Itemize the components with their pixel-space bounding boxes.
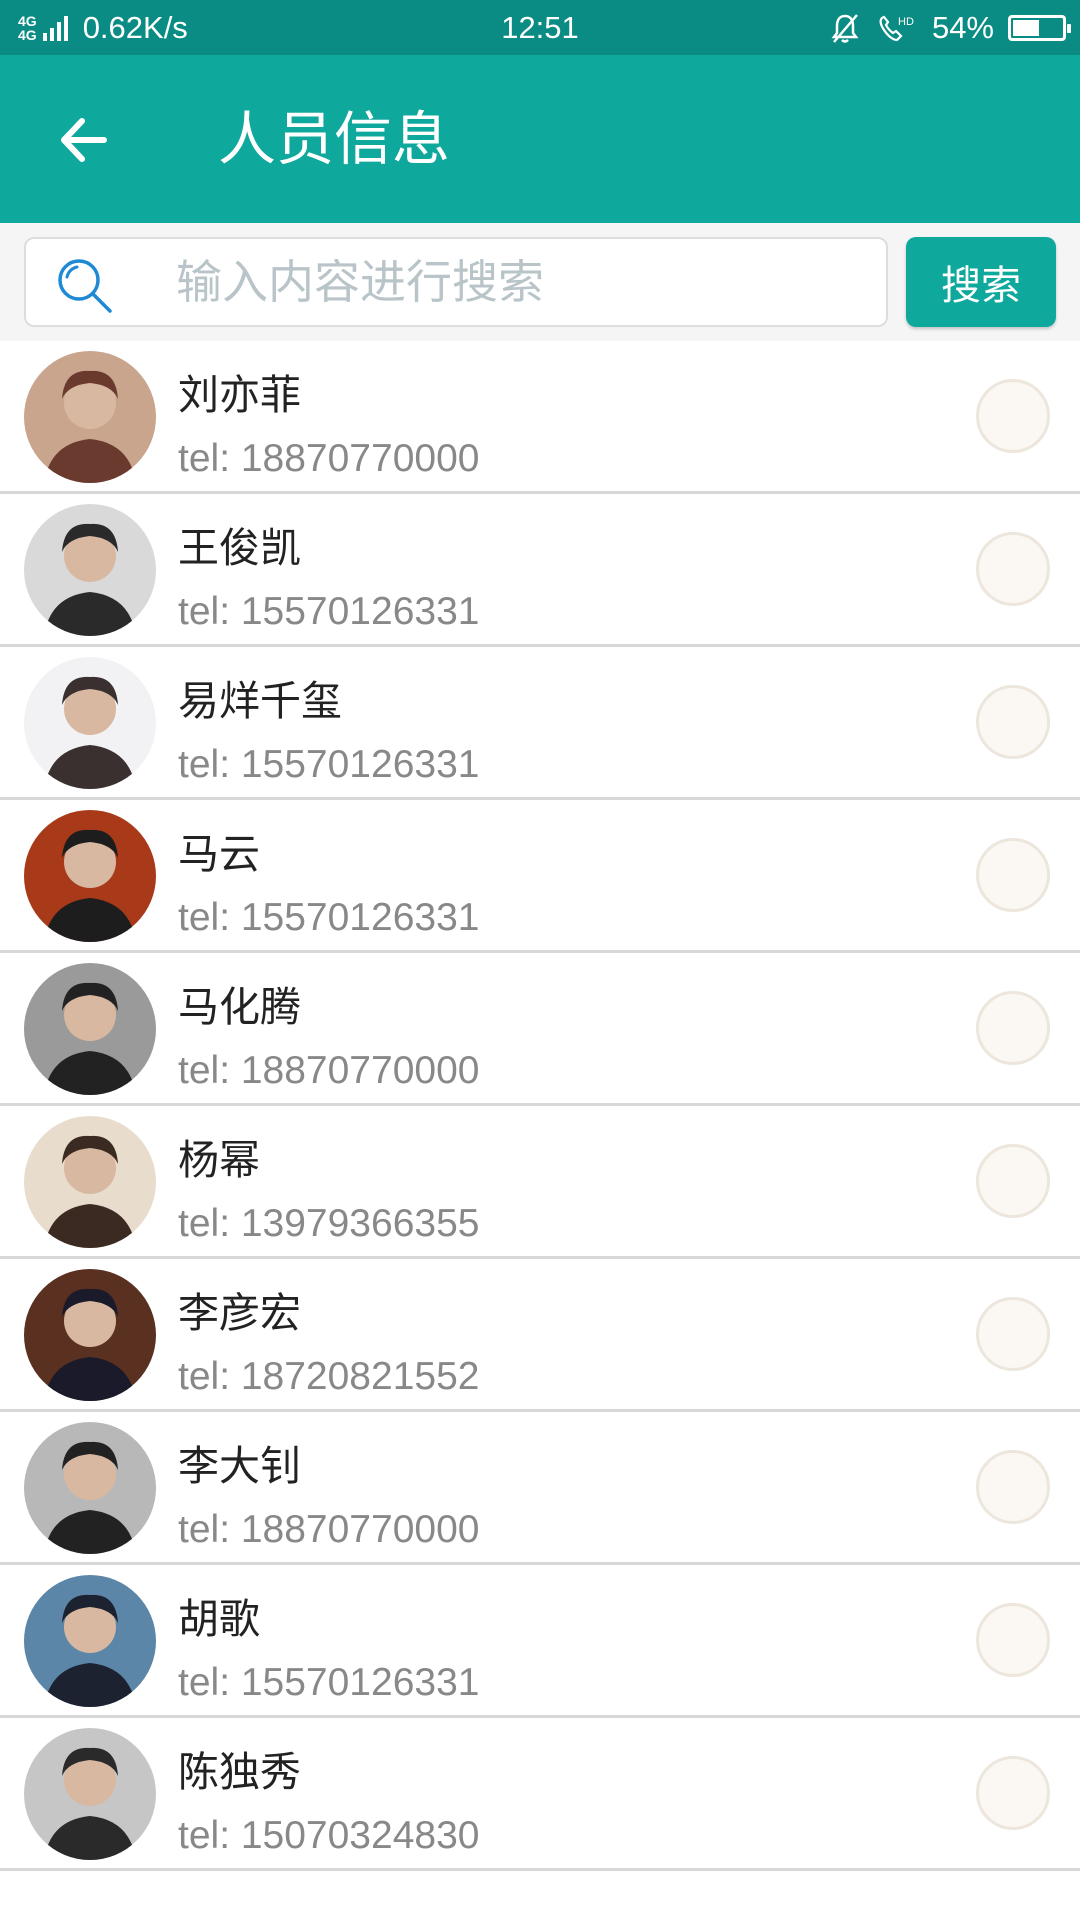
avatar xyxy=(24,504,156,636)
person-tel: tel: 15570126331 xyxy=(178,743,480,786)
person-name: 陈独秀 xyxy=(178,1748,301,1796)
select-radio[interactable] xyxy=(976,991,1050,1065)
select-radio[interactable] xyxy=(976,379,1050,453)
select-radio[interactable] xyxy=(976,532,1050,606)
person-name: 王俊凯 xyxy=(178,524,301,572)
list-item[interactable]: 陈独秀 tel: 15070324830 xyxy=(0,1718,1080,1871)
back-button[interactable] xyxy=(48,105,118,175)
avatar xyxy=(24,1728,156,1860)
person-tel: tel: 15570126331 xyxy=(178,896,480,939)
list-item[interactable]: 胡歌 tel: 15570126331 xyxy=(0,1565,1080,1718)
person-tel: tel: 15570126331 xyxy=(178,1661,480,1704)
avatar xyxy=(24,1575,156,1707)
list-item[interactable]: 杨幂 tel: 13979366355 xyxy=(0,1106,1080,1259)
person-name: 李大钊 xyxy=(178,1442,301,1490)
avatar xyxy=(24,351,156,483)
page-title: 人员信息 xyxy=(218,105,451,173)
person-list: 刘亦菲 tel: 18870770000 王俊凯 tel: 15570126331 易烊… xyxy=(0,341,1080,1871)
person-name: 马云 xyxy=(178,830,260,878)
search-bar: 搜索 xyxy=(0,223,1080,341)
person-name: 易烊千玺 xyxy=(178,677,342,725)
person-name: 刘亦菲 xyxy=(178,371,301,419)
battery-percent: 54% xyxy=(931,9,994,45)
battery-fill xyxy=(1013,19,1039,36)
list-item[interactable]: 王俊凯 tel: 15570126331 xyxy=(0,494,1080,647)
status-right: HD 54% xyxy=(830,0,1071,55)
avatar xyxy=(24,1422,156,1554)
avatar xyxy=(24,1116,156,1248)
mute-bell-icon xyxy=(830,12,860,44)
select-radio[interactable] xyxy=(976,1297,1050,1371)
select-radio[interactable] xyxy=(976,838,1050,912)
person-tel: tel: 18870770000 xyxy=(178,1049,480,1092)
search-button[interactable]: 搜索 xyxy=(906,237,1056,327)
person-tel: tel: 13979366355 xyxy=(178,1202,480,1245)
list-item[interactable]: 李大钊 tel: 18870770000 xyxy=(0,1412,1080,1565)
select-radio[interactable] xyxy=(976,1144,1050,1218)
person-tel: tel: 18870770000 xyxy=(178,437,480,480)
person-name: 杨幂 xyxy=(178,1136,260,1184)
select-radio[interactable] xyxy=(976,685,1050,759)
search-input[interactable] xyxy=(174,239,864,325)
person-tel: tel: 15570126331 xyxy=(178,590,480,633)
avatar xyxy=(24,963,156,1095)
select-radio[interactable] xyxy=(976,1603,1050,1677)
avatar xyxy=(24,810,156,942)
person-tel: tel: 18720821552 xyxy=(178,1355,480,1398)
select-radio[interactable] xyxy=(976,1450,1050,1524)
search-box[interactable] xyxy=(24,237,888,327)
person-name: 胡歌 xyxy=(178,1595,260,1643)
avatar xyxy=(24,1269,156,1401)
status-bar: 4G 4G 0.62K/s 12:51 HD 54% xyxy=(0,0,1080,55)
arrow-left-icon xyxy=(61,118,107,162)
svg-text:HD: HD xyxy=(898,16,914,28)
search-icon xyxy=(58,259,112,313)
battery-icon xyxy=(1008,14,1071,41)
list-item[interactable]: 刘亦菲 tel: 18870770000 xyxy=(0,341,1080,494)
list-item[interactable]: 易烊千玺 tel: 15570126331 xyxy=(0,647,1080,800)
hd-call-icon: HD xyxy=(876,12,916,44)
list-item[interactable]: 马化腾 tel: 18870770000 xyxy=(0,953,1080,1106)
list-item[interactable]: 马云 tel: 15570126331 xyxy=(0,800,1080,953)
person-tel: tel: 15070324830 xyxy=(178,1814,480,1857)
select-radio[interactable] xyxy=(976,1756,1050,1830)
person-name: 马化腾 xyxy=(178,983,301,1031)
avatar xyxy=(24,657,156,789)
person-name: 李彦宏 xyxy=(178,1289,301,1337)
list-item[interactable]: 李彦宏 tel: 18720821552 xyxy=(0,1259,1080,1412)
person-tel: tel: 18870770000 xyxy=(178,1508,480,1551)
app-bar: 人员信息 xyxy=(0,55,1080,223)
